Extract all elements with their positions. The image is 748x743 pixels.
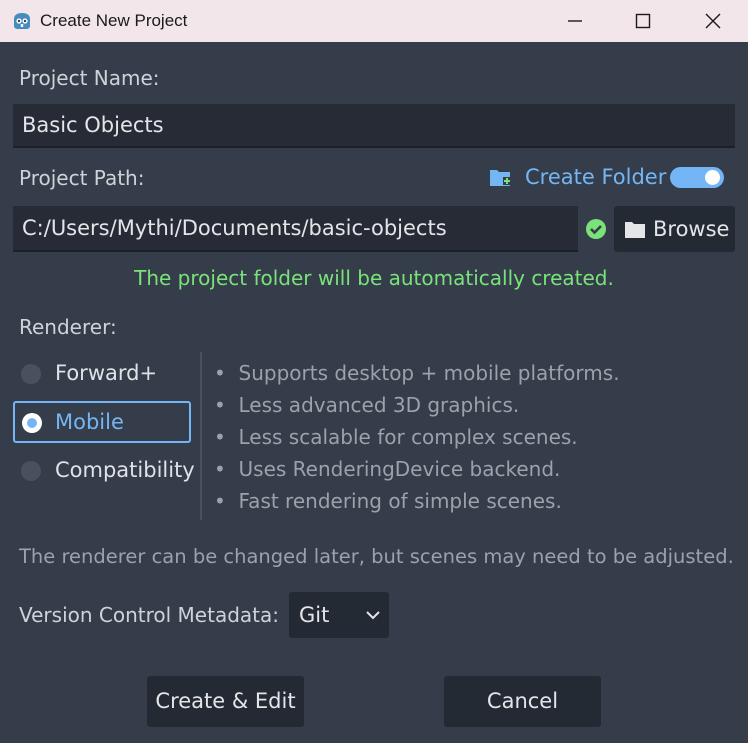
renderer-feature-item: • Supports desktop + mobile platforms. xyxy=(214,361,620,385)
radio-button-selected xyxy=(22,413,42,433)
path-status-message: The project folder will be automatically… xyxy=(134,266,614,290)
close-button[interactable] xyxy=(690,0,736,42)
radio-button xyxy=(21,461,41,481)
title-bar: Create New Project xyxy=(0,0,748,42)
radio-selected-dot xyxy=(27,418,37,428)
project-path-input[interactable]: C:/Users/Mythi/Documents/basic-objects xyxy=(13,206,578,252)
chevron-down-icon xyxy=(366,611,380,620)
renderer-option-mobile[interactable]: Mobile xyxy=(13,401,191,443)
renderer-option-label: Forward+ xyxy=(55,361,158,385)
browse-button[interactable]: Browse xyxy=(614,206,735,252)
version-control-value: Git xyxy=(299,603,330,627)
renderer-label: Renderer: xyxy=(19,315,117,339)
renderer-option-forward-plus[interactable]: Forward+ xyxy=(13,355,191,393)
minimize-icon xyxy=(568,20,582,22)
radio-button xyxy=(21,364,41,384)
project-path-label: Project Path: xyxy=(19,166,145,190)
cancel-button[interactable]: Cancel xyxy=(444,676,601,727)
renderer-divider xyxy=(200,352,202,520)
project-name-label: Project Name: xyxy=(19,66,160,90)
godot-app-icon xyxy=(14,13,30,29)
window-title: Create New Project xyxy=(40,11,188,30)
renderer-option-compatibility[interactable]: Compatibility xyxy=(13,453,195,491)
maximize-button[interactable] xyxy=(620,0,666,42)
create-folder-icon xyxy=(490,170,511,186)
close-icon xyxy=(705,13,721,29)
toggle-knob xyxy=(705,170,720,185)
renderer-option-label: Compatibility xyxy=(55,458,195,482)
create-folder-label[interactable]: Create Folder xyxy=(525,165,666,189)
version-control-select[interactable]: Git xyxy=(289,592,389,638)
renderer-feature-item: • Uses RenderingDevice backend. xyxy=(214,457,561,481)
browse-label: Browse xyxy=(653,217,730,241)
create-folder-toggle[interactable] xyxy=(670,167,724,188)
check-circle-icon xyxy=(586,219,606,239)
renderer-note: The renderer can be changed later, but s… xyxy=(19,545,734,568)
renderer-option-label: Mobile xyxy=(55,410,124,434)
renderer-feature-item: • Less advanced 3D graphics. xyxy=(214,393,520,417)
renderer-feature-item: • Fast rendering of simple scenes. xyxy=(214,489,562,513)
create-edit-button[interactable]: Create & Edit xyxy=(147,676,304,727)
minimize-button[interactable] xyxy=(552,0,598,42)
renderer-feature-item: • Less scalable for complex scenes. xyxy=(214,425,578,449)
folder-icon xyxy=(625,222,645,238)
maximize-icon xyxy=(635,13,651,29)
version-control-label: Version Control Metadata: xyxy=(19,603,279,627)
project-name-input[interactable]: Basic Objects xyxy=(13,104,735,148)
